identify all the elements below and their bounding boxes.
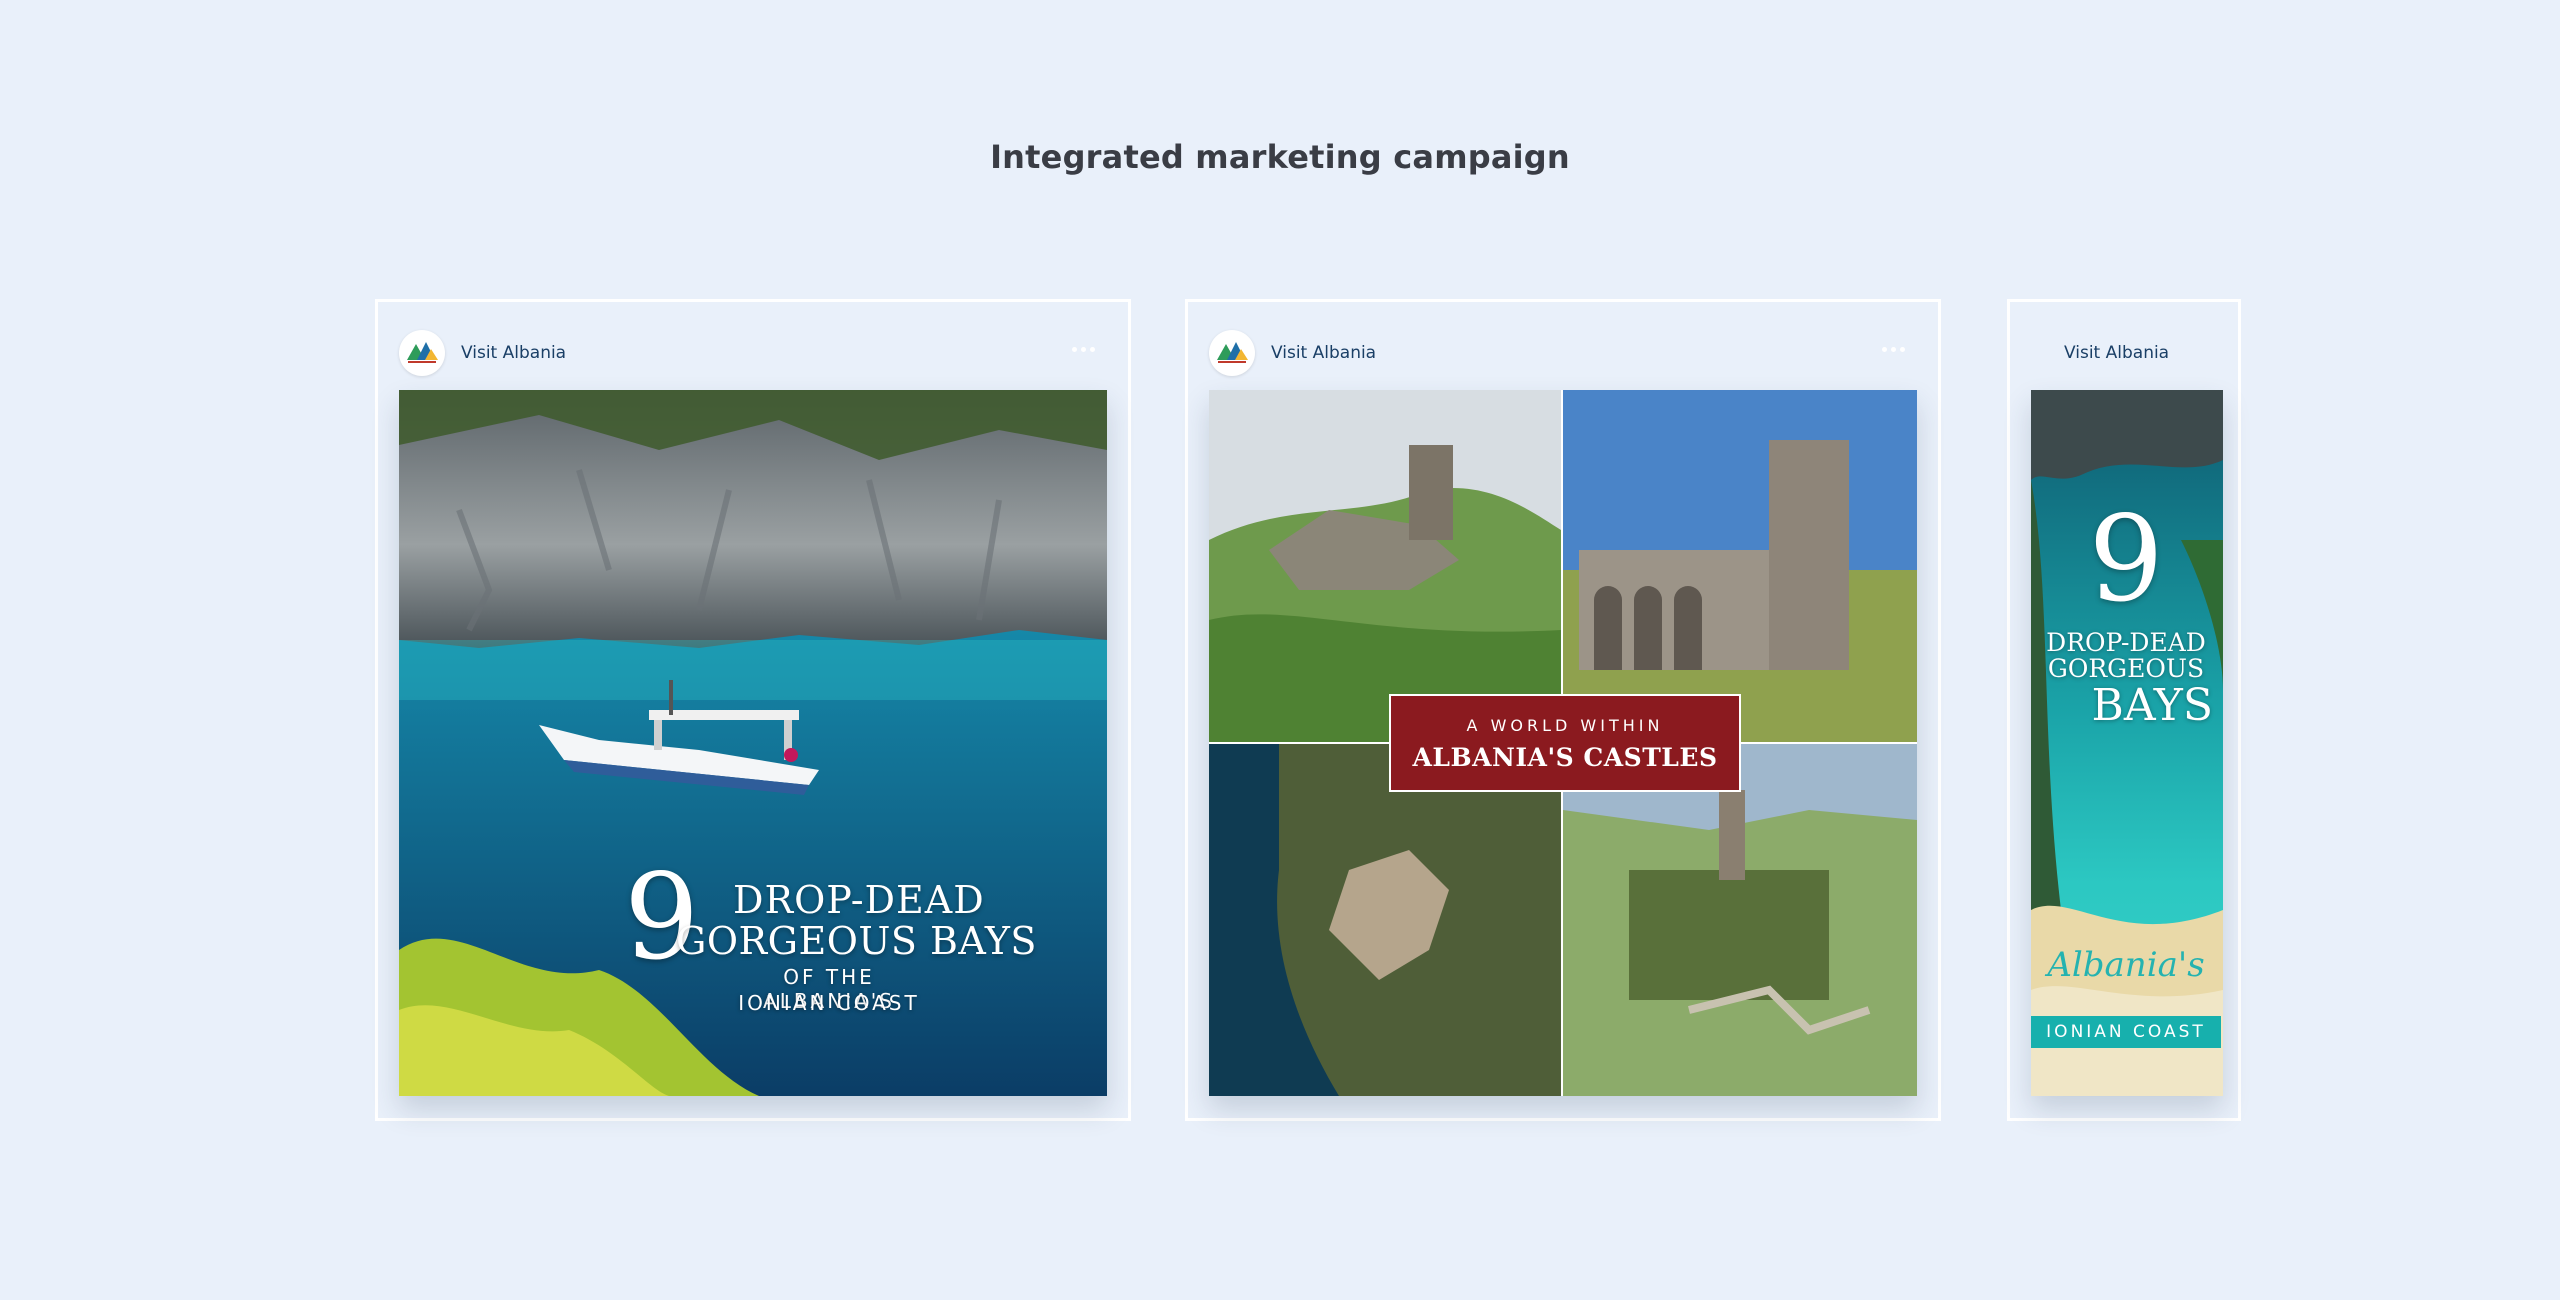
banner-title: ALBANIA'S CASTLES bbox=[1412, 743, 1718, 772]
headline-line-1: DROP-DEAD bbox=[733, 878, 985, 922]
headline-script: Albania's bbox=[2047, 945, 2205, 985]
headline-number: 9 bbox=[2088, 490, 2164, 628]
post-card-story: Visit Albania 9 DROP-DEAD GORGEOUS BAYS … bbox=[2007, 299, 2241, 1121]
castles-banner: A WORLD WITHIN ALBANIA'S CASTLES bbox=[1389, 694, 1741, 792]
more-horizontal-icon[interactable] bbox=[1878, 347, 1905, 352]
post-header: Visit Albania bbox=[1188, 302, 1938, 392]
headline-line-3: BAYS bbox=[2091, 680, 2213, 731]
post-header: Visit Albania bbox=[2010, 302, 2238, 392]
post-image-bay-boat: 9 DROP-DEAD GORGEOUS BAYS OF THE ALBANIA… bbox=[399, 390, 1107, 1096]
visit-albania-logo-icon[interactable] bbox=[1209, 330, 1255, 376]
more-horizontal-icon[interactable] bbox=[1068, 347, 1095, 352]
post-image-castles-collage: A WORLD WITHIN ALBANIA'S CASTLES bbox=[1209, 390, 1917, 1096]
headline-line-2: GORGEOUS BAYS bbox=[676, 919, 1037, 963]
headline-line-4: IONIAN COAST bbox=[738, 991, 920, 1015]
post-header: Visit Albania bbox=[378, 302, 1128, 392]
headline-band: IONIAN COAST bbox=[2031, 1016, 2221, 1048]
account-name[interactable]: Visit Albania bbox=[2064, 343, 2169, 363]
headline-line-2: GORGEOUS bbox=[2047, 654, 2205, 683]
post-card-bays: Visit Albania 9 DROP-DEAD GORGEOUS BAYS … bbox=[375, 299, 1131, 1121]
post-card-castles: Visit Albania A WORLD WITHIN ALBANIA'S C… bbox=[1185, 299, 1941, 1121]
account-name[interactable]: Visit Albania bbox=[461, 343, 566, 363]
banner-kicker: A WORLD WITHIN bbox=[1466, 716, 1664, 735]
headline-line-1: DROP-DEAD bbox=[2046, 628, 2206, 657]
visit-albania-logo-icon[interactable] bbox=[399, 330, 445, 376]
post-image-story-bay: 9 DROP-DEAD GORGEOUS BAYS Albania's IONI… bbox=[2031, 390, 2223, 1096]
page-title: Integrated marketing campaign bbox=[990, 138, 1570, 176]
account-name[interactable]: Visit Albania bbox=[1271, 343, 1376, 363]
